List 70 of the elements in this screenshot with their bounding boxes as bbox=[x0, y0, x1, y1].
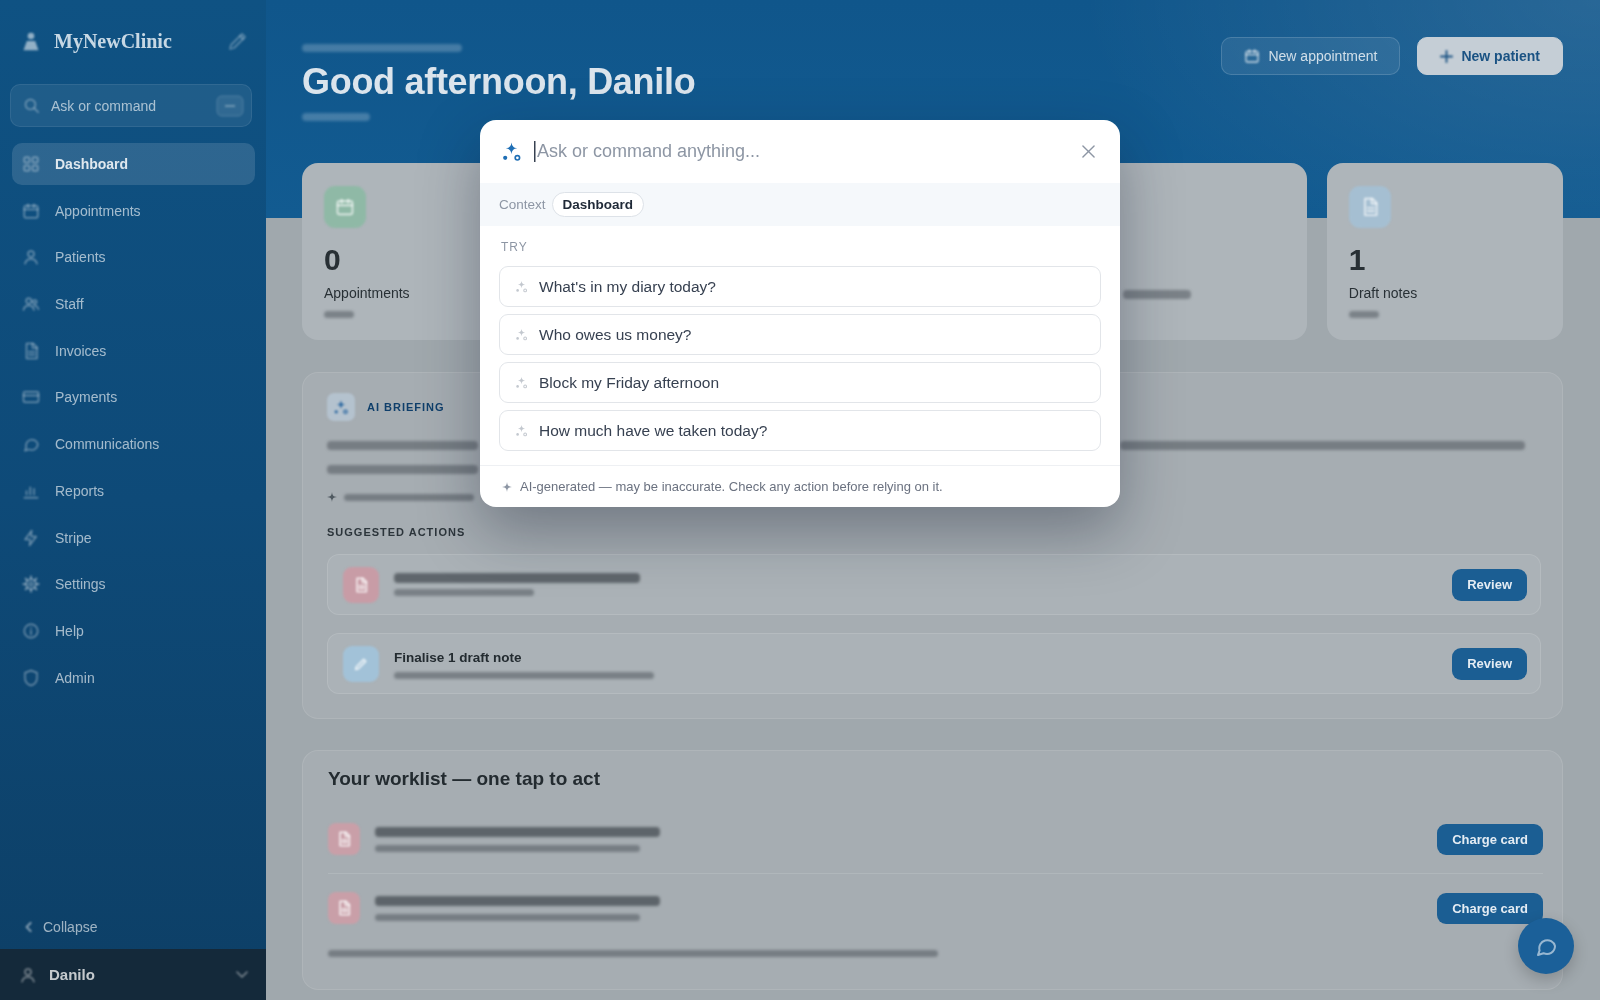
chevron-left-icon bbox=[24, 922, 34, 932]
nav-item[interactable]: Settings bbox=[12, 563, 255, 606]
nav-item[interactable]: Dashboard bbox=[12, 143, 255, 185]
nav-item[interactable]: Invoices bbox=[12, 329, 255, 372]
blurred-line bbox=[302, 113, 370, 121]
brand-name: MyNewClinic bbox=[54, 29, 173, 53]
sparkle-icon bbox=[515, 424, 528, 437]
calendar-icon bbox=[22, 201, 40, 220]
shield-icon bbox=[22, 668, 40, 687]
context-label: Context bbox=[499, 197, 546, 212]
stat-value: 0 bbox=[324, 242, 341, 278]
bolt-icon bbox=[22, 528, 40, 547]
stat-label: Draft notes bbox=[1348, 284, 1418, 302]
sparkle-icon bbox=[515, 328, 528, 341]
nav-item[interactable]: Admin bbox=[12, 656, 255, 699]
section-label: SUGGESTED ACTIONS bbox=[327, 525, 466, 540]
logo-icon bbox=[21, 31, 41, 51]
nav-item[interactable]: Stripe bbox=[12, 516, 255, 559]
disclaimer-text: AI-generated — may be inaccurate. Check any action before relying on it. bbox=[520, 479, 943, 494]
plus-icon bbox=[1440, 49, 1454, 63]
stat-label: Appointments bbox=[324, 284, 410, 302]
gear-icon bbox=[22, 575, 40, 594]
section-label: AI BRIEFING bbox=[367, 400, 445, 414]
suggestion-item[interactable]: Block my Friday afternoon bbox=[499, 362, 1101, 403]
sparkle-icon bbox=[501, 141, 522, 162]
review-button[interactable]: Review bbox=[1452, 647, 1527, 680]
search-icon bbox=[23, 97, 40, 114]
review-button[interactable]: Review bbox=[1452, 568, 1527, 601]
sparkle-icon bbox=[327, 393, 355, 421]
star-icon bbox=[327, 492, 337, 502]
nav-item[interactable]: Patients bbox=[12, 236, 255, 279]
nav-item[interactable]: Help bbox=[12, 609, 255, 652]
grid-icon bbox=[22, 155, 40, 173]
suggestion-item[interactable]: How much have we taken today? bbox=[499, 410, 1101, 451]
blurred-line bbox=[1348, 311, 1379, 318]
calendar-icon bbox=[1244, 48, 1261, 64]
collapse-button[interactable]: Collapse bbox=[18, 912, 104, 942]
user-menu-button[interactable]: Danilo bbox=[0, 949, 266, 1000]
document-icon bbox=[328, 823, 360, 855]
close-icon bbox=[1082, 145, 1095, 158]
nav-item[interactable]: Reports bbox=[12, 469, 255, 512]
card-title: Your worklist — one tap to act bbox=[328, 767, 600, 791]
suggestion-item[interactable]: Who owes us money? bbox=[499, 314, 1101, 355]
primary-button[interactable]: New patient bbox=[1417, 37, 1563, 75]
charge-button[interactable]: Charge card bbox=[1437, 823, 1543, 855]
sparkle-icon bbox=[515, 280, 528, 293]
stat-value: 1 bbox=[1348, 242, 1366, 278]
nav-item[interactable]: Communications bbox=[12, 423, 255, 466]
greeting-heading: Good afternoon, Danilo bbox=[302, 60, 696, 104]
section-label: TRY bbox=[501, 240, 528, 254]
charge-button[interactable]: Charge card bbox=[1437, 892, 1543, 924]
action-title: Finalise 1 draft note bbox=[394, 648, 522, 666]
nav-item[interactable]: Payments bbox=[12, 376, 255, 419]
nav-item[interactable]: Staff bbox=[12, 283, 255, 326]
suggestion-item[interactable]: What's in my diary today? bbox=[499, 266, 1101, 307]
document-icon bbox=[328, 892, 360, 924]
close-button[interactable] bbox=[1079, 142, 1098, 161]
person-icon bbox=[19, 965, 37, 984]
person-icon bbox=[22, 248, 40, 267]
sparkle-icon bbox=[515, 376, 528, 389]
outline-button[interactable]: New appointment bbox=[1221, 37, 1401, 75]
sparkle-icon bbox=[502, 481, 512, 492]
shortcut-key-icon bbox=[216, 94, 244, 117]
chevron-icon bbox=[236, 970, 248, 979]
people-icon bbox=[22, 295, 40, 314]
blurred-line bbox=[1122, 290, 1191, 299]
context-chip: Dashboard bbox=[551, 192, 645, 217]
info-icon bbox=[22, 621, 40, 640]
blurred-line bbox=[324, 311, 354, 318]
nav-item[interactable]: Appointments bbox=[12, 189, 255, 232]
